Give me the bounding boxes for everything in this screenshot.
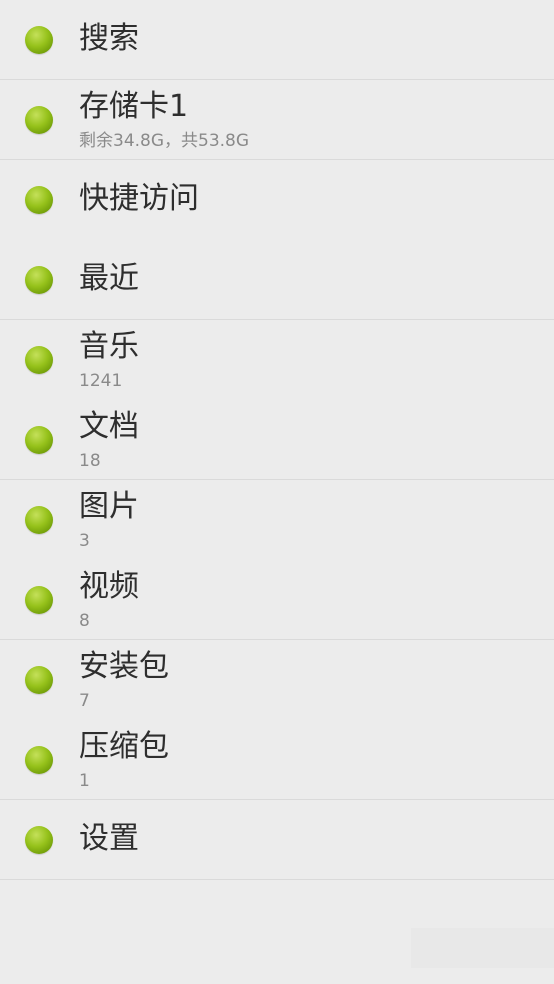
- menu-item-label: 存储卡1: [79, 89, 189, 124]
- menu-item-label: 文档: [79, 409, 139, 444]
- green-dot-icon: [25, 346, 53, 374]
- menu-item-label: 最近: [79, 261, 139, 296]
- menu-item-count: 8: [79, 611, 90, 631]
- menu-item-count: 1241: [79, 371, 123, 391]
- green-dot-icon: [25, 106, 53, 134]
- green-dot-icon: [25, 826, 53, 854]
- menu-item-documents[interactable]: 文档 18: [0, 400, 554, 480]
- menu-item-search[interactable]: 搜索: [0, 0, 554, 80]
- green-dot-icon: [25, 586, 53, 614]
- green-dot-icon: [25, 746, 53, 774]
- menu-item-music[interactable]: 音乐 1241: [0, 320, 554, 400]
- green-dot-icon: [25, 666, 53, 694]
- menu-item-label: 视频: [79, 569, 139, 604]
- menu-item-storage-card[interactable]: 存储卡1 剩余34.8G，共53.8G: [0, 80, 554, 160]
- menu-item-count: 1: [79, 771, 90, 791]
- menu-item-label: 安装包: [79, 649, 169, 684]
- green-dot-icon: [25, 506, 53, 534]
- green-dot-icon: [25, 186, 53, 214]
- side-menu: 搜索 存储卡1 剩余34.8G，共53.8G 快捷访问 最近 音乐 1241 文…: [0, 0, 554, 880]
- menu-item-label: 图片: [79, 489, 139, 524]
- green-dot-icon: [25, 26, 53, 54]
- menu-item-label: 搜索: [79, 21, 139, 56]
- menu-item-settings[interactable]: 设置: [0, 800, 554, 880]
- menu-item-recent[interactable]: 最近: [0, 240, 554, 320]
- menu-item-archives[interactable]: 压缩包 1: [0, 720, 554, 800]
- menu-item-subtext: 剩余34.8G，共53.8G: [79, 131, 250, 151]
- green-dot-icon: [25, 426, 53, 454]
- menu-item-label: 设置: [79, 821, 139, 856]
- menu-item-count: 7: [79, 691, 90, 711]
- menu-item-count: 3: [79, 531, 90, 551]
- bottom-shadow-area: [411, 928, 554, 968]
- menu-item-quick-access[interactable]: 快捷访问: [0, 160, 554, 240]
- green-dot-icon: [25, 266, 53, 294]
- menu-item-videos[interactable]: 视频 8: [0, 560, 554, 640]
- menu-item-apk-packages[interactable]: 安装包 7: [0, 640, 554, 720]
- menu-item-pictures[interactable]: 图片 3: [0, 480, 554, 560]
- menu-item-count: 18: [79, 451, 101, 471]
- menu-item-label: 压缩包: [79, 729, 169, 764]
- menu-item-label: 快捷访问: [79, 181, 199, 216]
- menu-item-label: 音乐: [79, 329, 139, 364]
